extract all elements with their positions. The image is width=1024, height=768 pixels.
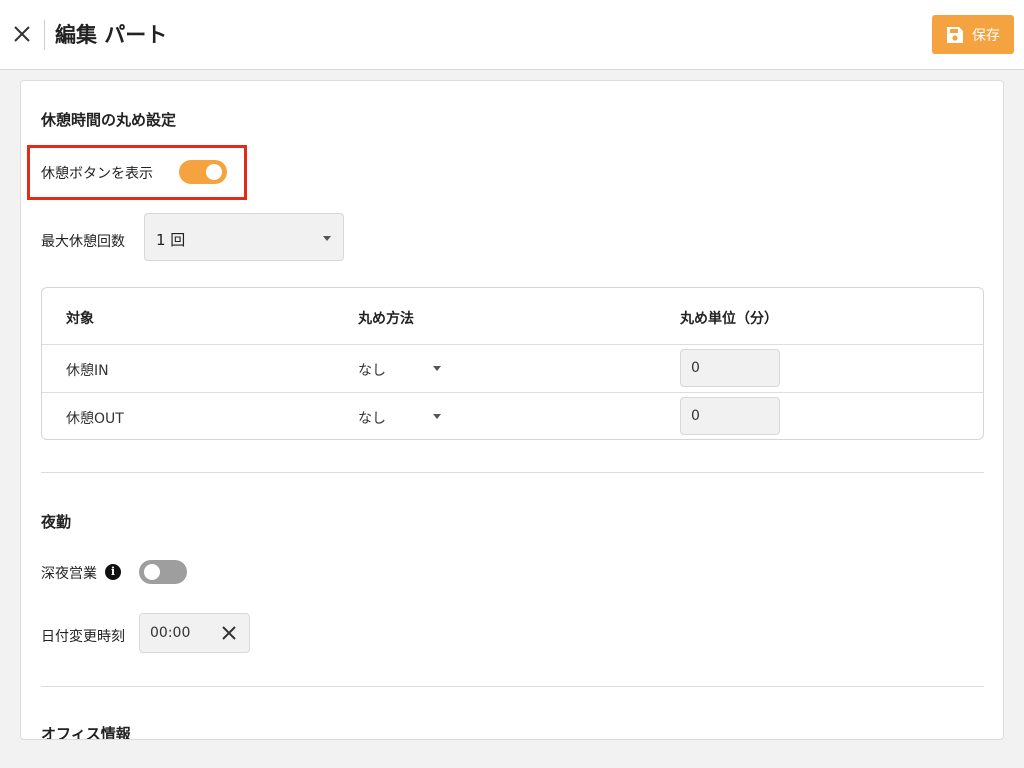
max-breaks-value: 1 回 [156, 231, 186, 249]
rounding-method-select[interactable]: なし [358, 352, 448, 382]
show-break-button-toggle[interactable] [179, 160, 227, 184]
section-divider [41, 472, 984, 473]
late-night-label: 深夜営業 [41, 566, 97, 582]
table-divider [42, 344, 983, 345]
table-header-method: 丸め方法 [358, 311, 414, 327]
close-icon [14, 26, 30, 42]
rounding-unit-input[interactable]: 0 [680, 349, 780, 387]
date-change-time-input[interactable]: 00:00 [139, 613, 250, 653]
header-bar: 編集 パート 保存 [0, 0, 1024, 70]
page-title: 編集 パート [55, 23, 168, 47]
date-change-label: 日付変更時刻 [41, 629, 125, 645]
rounding-method-select[interactable]: なし [358, 400, 448, 430]
max-breaks-select[interactable]: 1 回 [144, 213, 344, 261]
rounding-method-value: なし [358, 363, 386, 379]
max-breaks-label: 最大休憩回数 [41, 234, 125, 250]
show-break-button-label: 休憩ボタンを表示 [41, 166, 153, 182]
table-divider [42, 392, 983, 393]
row-target: 休憩OUT [66, 411, 124, 427]
settings-card: 休憩時間の丸め設定 休憩ボタンを表示 最大休憩回数 1 回 対象 丸め方法 丸め… [20, 80, 1004, 740]
toggle-knob [144, 564, 160, 580]
table-header-target: 対象 [66, 311, 94, 327]
row-target: 休憩IN [66, 363, 109, 379]
late-night-toggle[interactable] [139, 560, 187, 584]
chevron-down-icon [433, 366, 441, 371]
close-button[interactable] [10, 22, 34, 46]
save-button-label: 保存 [972, 27, 1000, 44]
save-icon [947, 26, 963, 43]
section-divider [41, 686, 984, 687]
toggle-knob [206, 164, 222, 180]
rounding-method-value: なし [358, 411, 386, 427]
rounding-unit-input[interactable]: 0 [680, 397, 780, 435]
chevron-down-icon [433, 414, 441, 419]
office-section-title: オフィス情報 [41, 725, 131, 740]
date-change-time-value: 00:00 [150, 625, 191, 641]
table-header-unit: 丸め単位（分） [680, 311, 778, 327]
break-rounding-table: 対象 丸め方法 丸め単位（分） 休憩IN なし 0 休憩OUT なし 0 [41, 287, 984, 440]
break-rounding-section-title: 休憩時間の丸め設定 [41, 111, 177, 129]
clear-icon [222, 626, 236, 640]
info-icon[interactable]: i [105, 564, 121, 580]
chevron-down-icon [323, 236, 331, 241]
header-divider [44, 20, 45, 50]
save-button[interactable]: 保存 [932, 15, 1014, 54]
clear-time-button[interactable] [220, 624, 238, 642]
night-shift-section-title: 夜勤 [41, 513, 72, 531]
